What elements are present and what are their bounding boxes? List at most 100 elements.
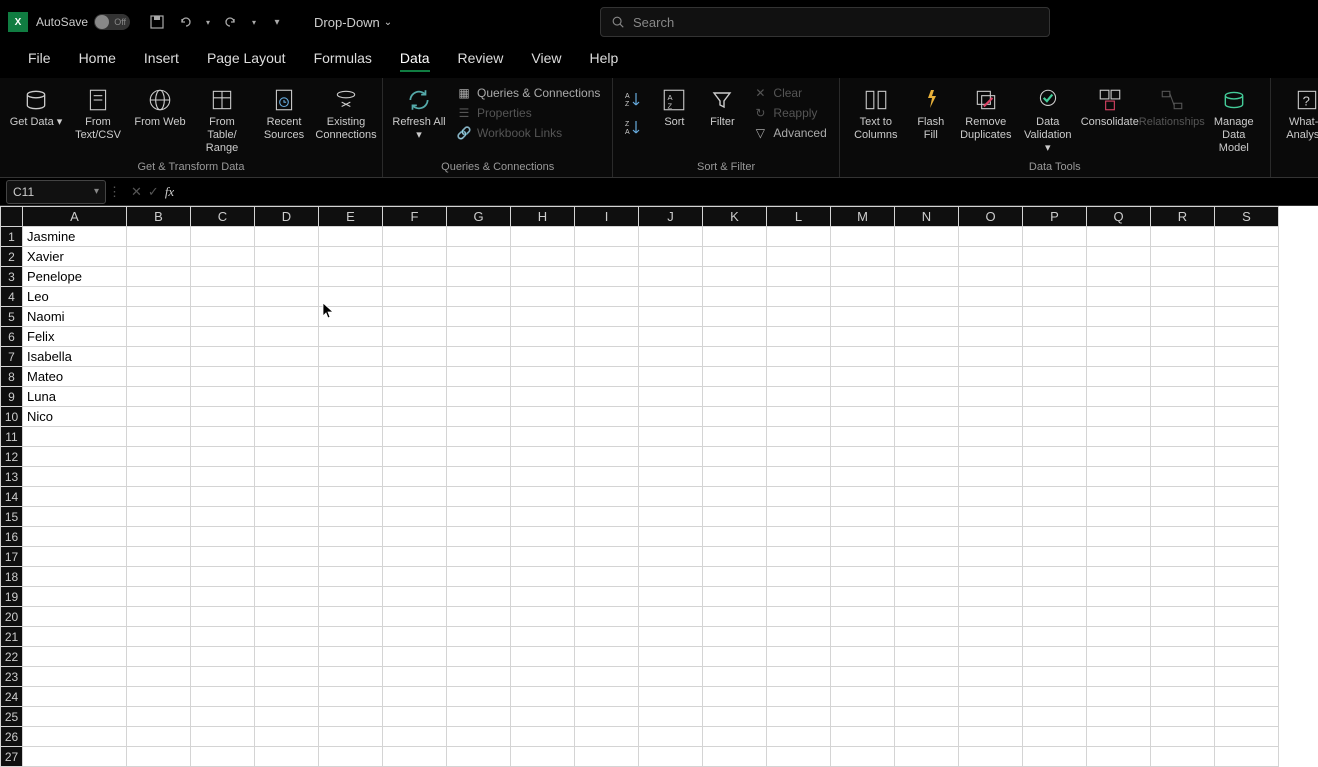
column-header-G[interactable]: G <box>447 207 511 227</box>
column-header-S[interactable]: S <box>1215 207 1279 227</box>
select-all-corner[interactable] <box>1 207 23 227</box>
cell-R9[interactable] <box>1151 387 1215 407</box>
cell-H17[interactable] <box>511 547 575 567</box>
cell-L14[interactable] <box>767 487 831 507</box>
cell-A26[interactable] <box>23 727 127 747</box>
cell-F5[interactable] <box>383 307 447 327</box>
cell-B12[interactable] <box>127 447 191 467</box>
cell-B7[interactable] <box>127 347 191 367</box>
cell-D12[interactable] <box>255 447 319 467</box>
column-header-Q[interactable]: Q <box>1087 207 1151 227</box>
cell-O13[interactable] <box>959 467 1023 487</box>
cell-N17[interactable] <box>895 547 959 567</box>
cell-F16[interactable] <box>383 527 447 547</box>
recent-sources-button[interactable]: Recent Sources <box>256 82 312 142</box>
get-data-button[interactable]: Get Data ▾ <box>8 82 64 129</box>
cell-F19[interactable] <box>383 587 447 607</box>
cell-S23[interactable] <box>1215 667 1279 687</box>
cell-J4[interactable] <box>639 287 703 307</box>
cell-I4[interactable] <box>575 287 639 307</box>
cell-K14[interactable] <box>703 487 767 507</box>
cell-G4[interactable] <box>447 287 511 307</box>
cell-J24[interactable] <box>639 687 703 707</box>
cell-R22[interactable] <box>1151 647 1215 667</box>
cell-N2[interactable] <box>895 247 959 267</box>
cell-E21[interactable] <box>319 627 383 647</box>
cell-S4[interactable] <box>1215 287 1279 307</box>
cell-S14[interactable] <box>1215 487 1279 507</box>
cell-C21[interactable] <box>191 627 255 647</box>
cell-I14[interactable] <box>575 487 639 507</box>
cell-I20[interactable] <box>575 607 639 627</box>
cell-N13[interactable] <box>895 467 959 487</box>
cell-R3[interactable] <box>1151 267 1215 287</box>
cell-N11[interactable] <box>895 427 959 447</box>
cell-R27[interactable] <box>1151 747 1215 767</box>
cell-P17[interactable] <box>1023 547 1087 567</box>
cell-C12[interactable] <box>191 447 255 467</box>
cell-I16[interactable] <box>575 527 639 547</box>
cell-D5[interactable] <box>255 307 319 327</box>
cell-C10[interactable] <box>191 407 255 427</box>
cell-F15[interactable] <box>383 507 447 527</box>
cell-E7[interactable] <box>319 347 383 367</box>
cell-L22[interactable] <box>767 647 831 667</box>
cell-A21[interactable] <box>23 627 127 647</box>
cell-I3[interactable] <box>575 267 639 287</box>
cell-P12[interactable] <box>1023 447 1087 467</box>
cell-F3[interactable] <box>383 267 447 287</box>
cell-A7[interactable]: Isabella <box>23 347 127 367</box>
cell-K24[interactable] <box>703 687 767 707</box>
cell-C24[interactable] <box>191 687 255 707</box>
cell-L1[interactable] <box>767 227 831 247</box>
cell-H10[interactable] <box>511 407 575 427</box>
cell-A10[interactable]: Nico <box>23 407 127 427</box>
cell-A15[interactable] <box>23 507 127 527</box>
remove-duplicates-button[interactable]: Remove Duplicates <box>958 82 1014 142</box>
consolidate-button[interactable]: Consolidate <box>1082 82 1138 129</box>
cell-D8[interactable] <box>255 367 319 387</box>
cell-D17[interactable] <box>255 547 319 567</box>
cell-C15[interactable] <box>191 507 255 527</box>
cell-J8[interactable] <box>639 367 703 387</box>
redo-dropdown-icon[interactable]: ▾ <box>250 13 258 31</box>
cell-M18[interactable] <box>831 567 895 587</box>
row-header-18[interactable]: 18 <box>1 567 23 587</box>
cell-B24[interactable] <box>127 687 191 707</box>
cell-G25[interactable] <box>447 707 511 727</box>
cell-J18[interactable] <box>639 567 703 587</box>
row-header-13[interactable]: 13 <box>1 467 23 487</box>
cell-A20[interactable] <box>23 607 127 627</box>
properties-button[interactable]: ☰Properties <box>453 104 604 122</box>
cell-H6[interactable] <box>511 327 575 347</box>
cell-A5[interactable]: Naomi <box>23 307 127 327</box>
cell-S18[interactable] <box>1215 567 1279 587</box>
cell-Q25[interactable] <box>1087 707 1151 727</box>
cell-I11[interactable] <box>575 427 639 447</box>
cell-B9[interactable] <box>127 387 191 407</box>
cell-O8[interactable] <box>959 367 1023 387</box>
cell-J19[interactable] <box>639 587 703 607</box>
cell-F24[interactable] <box>383 687 447 707</box>
cell-B6[interactable] <box>127 327 191 347</box>
cell-G10[interactable] <box>447 407 511 427</box>
cell-D4[interactable] <box>255 287 319 307</box>
row-header-24[interactable]: 24 <box>1 687 23 707</box>
cell-P5[interactable] <box>1023 307 1087 327</box>
cell-M19[interactable] <box>831 587 895 607</box>
cell-R10[interactable] <box>1151 407 1215 427</box>
cell-J13[interactable] <box>639 467 703 487</box>
autosave-toggle[interactable]: AutoSave Off <box>36 14 130 30</box>
cell-P22[interactable] <box>1023 647 1087 667</box>
cell-K25[interactable] <box>703 707 767 727</box>
cell-S9[interactable] <box>1215 387 1279 407</box>
cell-F14[interactable] <box>383 487 447 507</box>
cell-H14[interactable] <box>511 487 575 507</box>
cell-G23[interactable] <box>447 667 511 687</box>
cell-O4[interactable] <box>959 287 1023 307</box>
cell-I6[interactable] <box>575 327 639 347</box>
cell-M12[interactable] <box>831 447 895 467</box>
cell-P25[interactable] <box>1023 707 1087 727</box>
cell-R23[interactable] <box>1151 667 1215 687</box>
cell-I13[interactable] <box>575 467 639 487</box>
